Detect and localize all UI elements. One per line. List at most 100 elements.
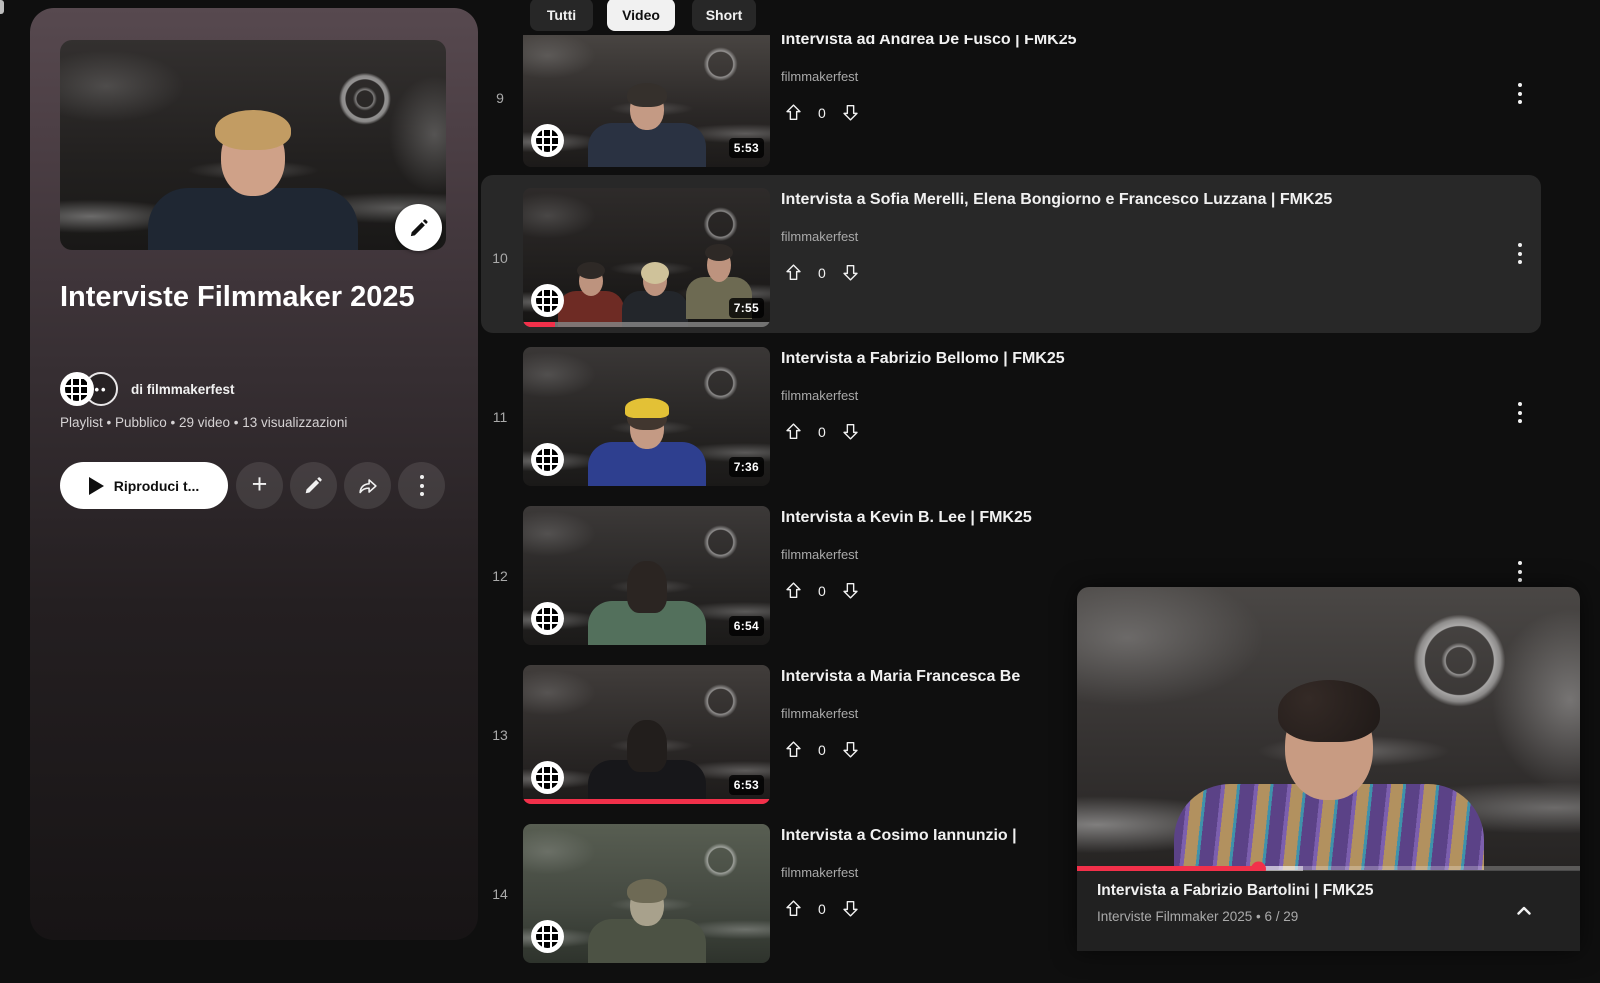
like-count: 0 xyxy=(818,265,826,281)
chevron-up-icon xyxy=(1512,899,1536,923)
miniplayer-expand-button[interactable] xyxy=(1510,897,1538,925)
miniplayer-title[interactable]: Intervista a Fabrizio Bartolini | FMK25 xyxy=(1097,882,1520,900)
video-title[interactable]: Intervista a Kevin B. Lee | FMK25 xyxy=(781,509,1500,527)
playlist-owner-label: di filmmakerfest xyxy=(131,382,235,397)
video-channel[interactable]: filmmakerfest xyxy=(781,388,858,403)
drawer-edge-hint xyxy=(0,0,4,14)
share-icon xyxy=(357,475,379,497)
miniplayer-person xyxy=(1174,692,1484,870)
video-channel[interactable]: filmmakerfest xyxy=(781,69,858,84)
like-count: 0 xyxy=(818,901,826,917)
duration-badge: 7:36 xyxy=(729,457,764,477)
video-title[interactable]: Intervista a Fabrizio Bellomo | FMK25 xyxy=(781,350,1500,368)
channel-watermark-icon xyxy=(531,284,564,317)
chip-tutti[interactable]: Tutti xyxy=(530,0,593,31)
playlist-sidebar: Interviste Filmmaker 2025 di filmmakerfe… xyxy=(30,8,478,940)
video-row[interactable]: 9 5:53 Intervista ad Andrea De Fusco | F… xyxy=(478,28,1544,187)
row-index: 13 xyxy=(480,727,520,743)
dislike-icon[interactable] xyxy=(840,262,861,283)
play-all-label: Riproduci t... xyxy=(114,478,200,494)
like-count: 0 xyxy=(818,424,826,440)
dislike-icon[interactable] xyxy=(840,739,861,760)
like-controls: 0 xyxy=(783,580,861,601)
row-more-button[interactable] xyxy=(1508,561,1532,582)
video-row[interactable]: 10 7:55 Intervista a Sofia Merelli, Elen… xyxy=(478,188,1544,347)
video-row[interactable]: 11 7:36 Intervista a Fabrizio Bellomo | … xyxy=(478,347,1544,506)
row-more-button[interactable] xyxy=(1508,243,1532,264)
video-channel[interactable]: filmmakerfest xyxy=(781,547,858,562)
playlist-meta: Playlist • Pubblico • 29 video • 13 visu… xyxy=(60,415,347,430)
video-thumbnail[interactable]: 6:54 xyxy=(523,506,770,645)
play-all-button[interactable]: Riproduci t... xyxy=(60,462,228,509)
share-playlist-button[interactable] xyxy=(344,462,391,509)
dislike-icon[interactable] xyxy=(840,102,861,123)
watch-progress-bar xyxy=(523,322,770,327)
miniplayer[interactable]: Intervista a Fabrizio Bartolini | FMK25 … xyxy=(1077,587,1580,951)
like-icon[interactable] xyxy=(783,580,804,601)
like-controls: 0 xyxy=(783,739,861,760)
channel-watermark-icon xyxy=(531,761,564,794)
like-controls: 0 xyxy=(783,421,861,442)
video-thumbnail[interactable]: 6:53 xyxy=(523,665,770,804)
like-count: 0 xyxy=(818,105,826,121)
like-count: 0 xyxy=(818,583,826,599)
play-icon xyxy=(89,477,104,495)
video-channel[interactable]: filmmakerfest xyxy=(781,706,858,721)
chip-video[interactable]: Video xyxy=(607,0,675,31)
playlist-actions: Riproduci t... + xyxy=(30,462,478,509)
channel-watermark-icon xyxy=(531,443,564,476)
duration-badge: 6:53 xyxy=(729,775,764,795)
duration-badge: 7:55 xyxy=(729,298,764,318)
like-icon[interactable] xyxy=(783,898,804,919)
dislike-icon[interactable] xyxy=(840,580,861,601)
channel-watermark-icon xyxy=(531,920,564,953)
row-index: 14 xyxy=(480,886,520,902)
playlist-thumbnail-image xyxy=(60,40,446,250)
like-icon[interactable] xyxy=(783,421,804,442)
thumbnail-person xyxy=(148,118,358,250)
edit-playlist-thumbnail-button[interactable] xyxy=(395,204,442,251)
like-controls: 0 xyxy=(783,102,861,123)
playlist-thumbnail[interactable] xyxy=(60,40,446,250)
edit-playlist-button[interactable] xyxy=(290,462,337,509)
miniplayer-video-frame[interactable] xyxy=(1077,587,1580,870)
like-icon[interactable] xyxy=(783,102,804,123)
row-index: 9 xyxy=(480,90,520,106)
add-to-playlist-button[interactable]: + xyxy=(236,462,283,509)
filter-chip-bar: Tutti Video Short xyxy=(478,0,1600,35)
duration-badge: 5:53 xyxy=(729,138,764,158)
row-index: 11 xyxy=(480,409,520,425)
like-icon[interactable] xyxy=(783,262,804,283)
playlist-more-button[interactable] xyxy=(398,462,445,509)
like-controls: 0 xyxy=(783,898,861,919)
playlist-title: Interviste Filmmaker 2025 xyxy=(60,274,452,320)
video-title[interactable]: Intervista a Sofia Merelli, Elena Bongio… xyxy=(781,191,1500,209)
edit-icon xyxy=(303,475,324,496)
video-thumbnail[interactable]: 7:36 xyxy=(523,347,770,486)
video-thumbnail[interactable]: 5:53 xyxy=(523,28,770,167)
more-icon xyxy=(410,475,434,496)
dislike-icon[interactable] xyxy=(840,898,861,919)
like-icon[interactable] xyxy=(783,739,804,760)
video-channel[interactable]: filmmakerfest xyxy=(781,229,858,244)
like-count: 0 xyxy=(818,742,826,758)
pencil-icon xyxy=(408,217,430,239)
row-more-button[interactable] xyxy=(1508,402,1532,423)
channel-watermark-icon xyxy=(531,602,564,635)
channel-watermark-icon xyxy=(531,124,564,157)
row-more-button[interactable] xyxy=(1508,83,1532,104)
row-index: 12 xyxy=(480,568,520,584)
dislike-icon[interactable] xyxy=(840,421,861,442)
miniplayer-subtitle: Interviste Filmmaker 2025 • 6 / 29 xyxy=(1097,909,1298,924)
filmmakerfest-avatar xyxy=(60,372,94,406)
video-channel[interactable]: filmmakerfest xyxy=(781,865,858,880)
chip-short[interactable]: Short xyxy=(692,0,756,31)
row-index: 10 xyxy=(480,250,520,266)
add-icon: + xyxy=(252,471,268,498)
duration-badge: 6:54 xyxy=(729,616,764,636)
miniplayer-info: Intervista a Fabrizio Bartolini | FMK25 … xyxy=(1077,871,1580,951)
watch-progress-bar xyxy=(523,799,770,804)
video-thumbnail[interactable] xyxy=(523,824,770,963)
playlist-owner-row[interactable]: di filmmakerfest xyxy=(60,372,235,406)
video-thumbnail[interactable]: 7:55 xyxy=(523,188,770,327)
